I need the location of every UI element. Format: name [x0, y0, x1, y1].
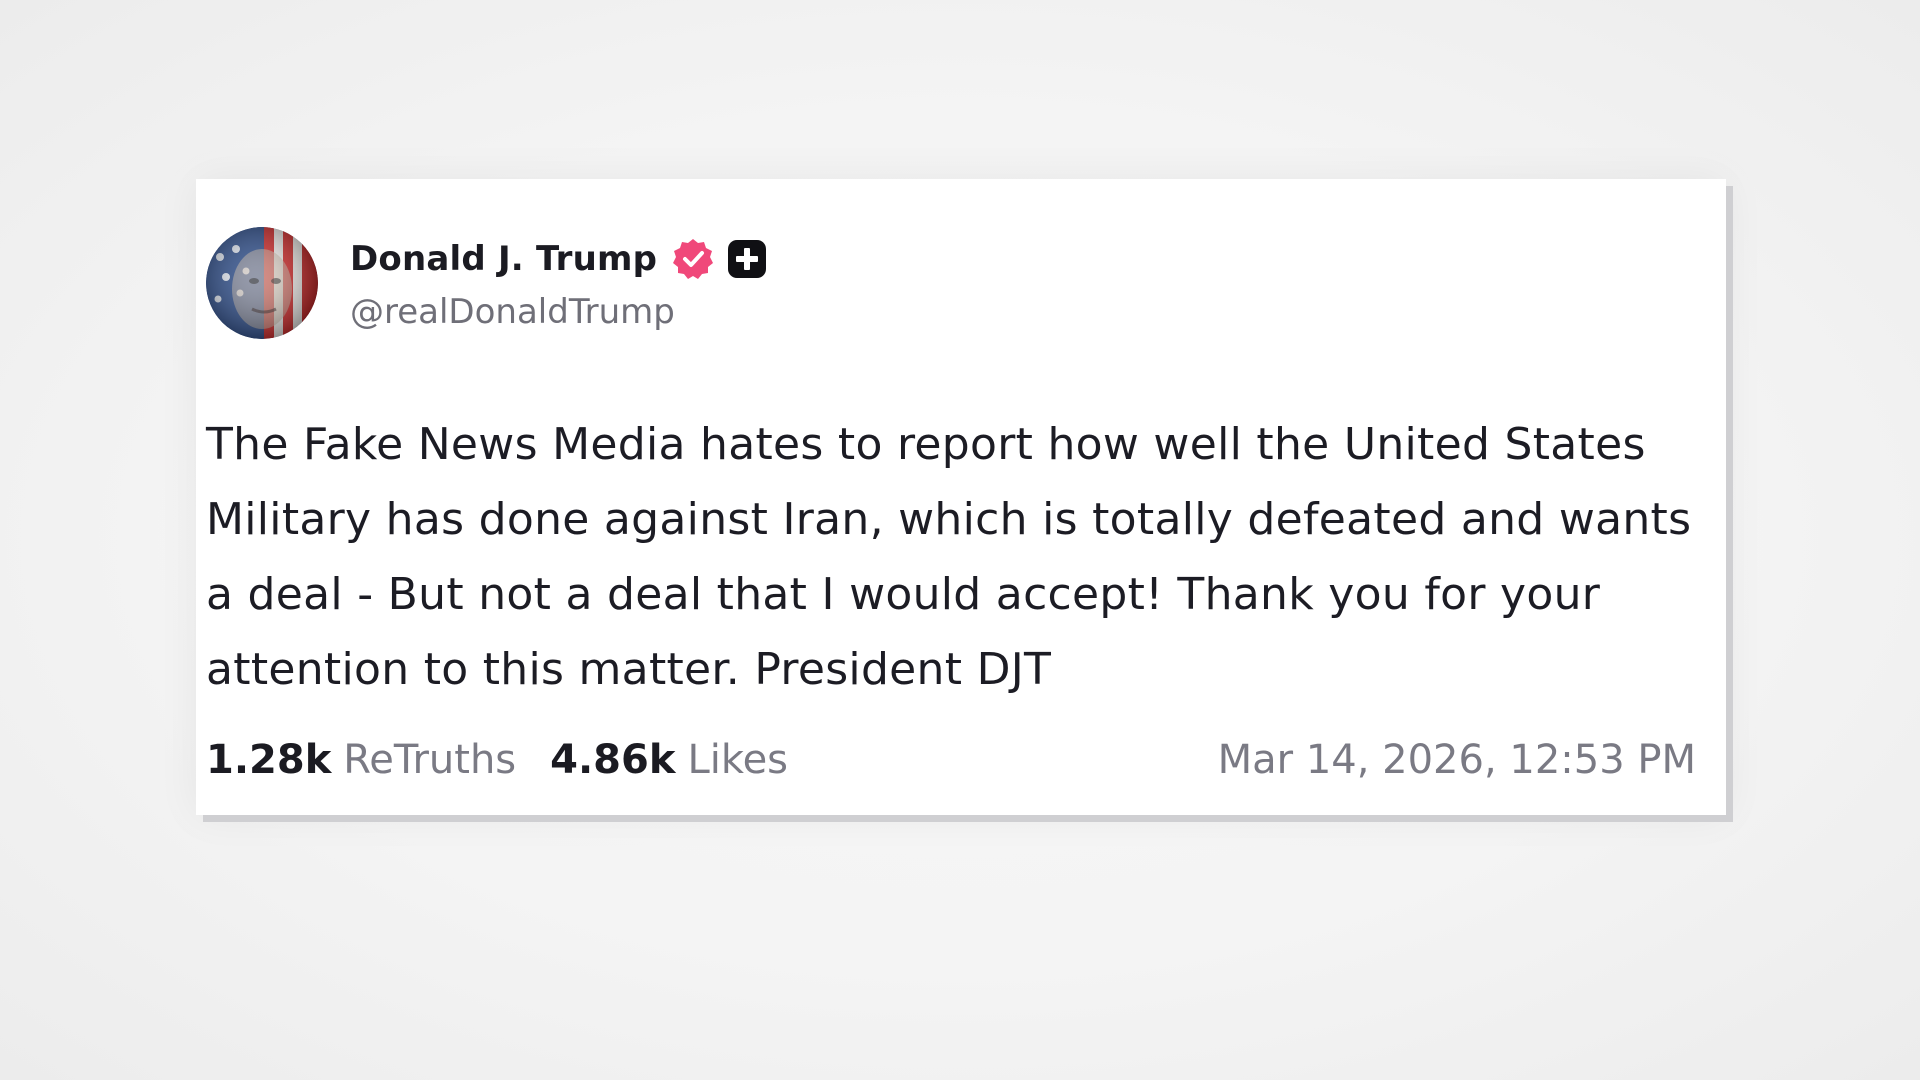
post-footer: 1.28k ReTruths 4.86k Likes Mar 14, 2026,… — [206, 725, 1696, 795]
likes-stat[interactable]: 4.86k Likes — [550, 737, 788, 783]
retruths-count: 1.28k — [206, 737, 332, 783]
post-text: The Fake News Media hates to report how … — [206, 419, 1692, 695]
likes-label: Likes — [687, 737, 789, 783]
retruths-stat[interactable]: 1.28k ReTruths — [206, 737, 516, 783]
avatar-image — [206, 226, 318, 339]
post-header: Donald J. Trump @realDonaldTrump — [206, 225, 767, 340]
background: Donald J. Trump @realDonaldTrump The Fak… — [0, 0, 1920, 1080]
post-card: Donald J. Trump @realDonaldTrump The Fak… — [196, 179, 1726, 815]
author-handle[interactable]: @realDonaldTrump — [350, 292, 767, 332]
name-row: Donald J. Trump — [350, 234, 767, 284]
author-name[interactable]: Donald J. Trump — [350, 239, 657, 279]
likes-count: 4.86k — [550, 737, 676, 783]
post-timestamp[interactable]: Mar 14, 2026, 12:53 PM — [1218, 737, 1696, 783]
verified-badge-icon — [671, 237, 715, 281]
author-identity: Donald J. Trump @realDonaldTrump — [350, 234, 767, 332]
plus-badge-icon — [727, 239, 767, 279]
retruths-label: ReTruths — [343, 737, 517, 783]
avatar[interactable] — [206, 226, 318, 339]
post-stats: 1.28k ReTruths 4.86k Likes — [206, 737, 822, 783]
